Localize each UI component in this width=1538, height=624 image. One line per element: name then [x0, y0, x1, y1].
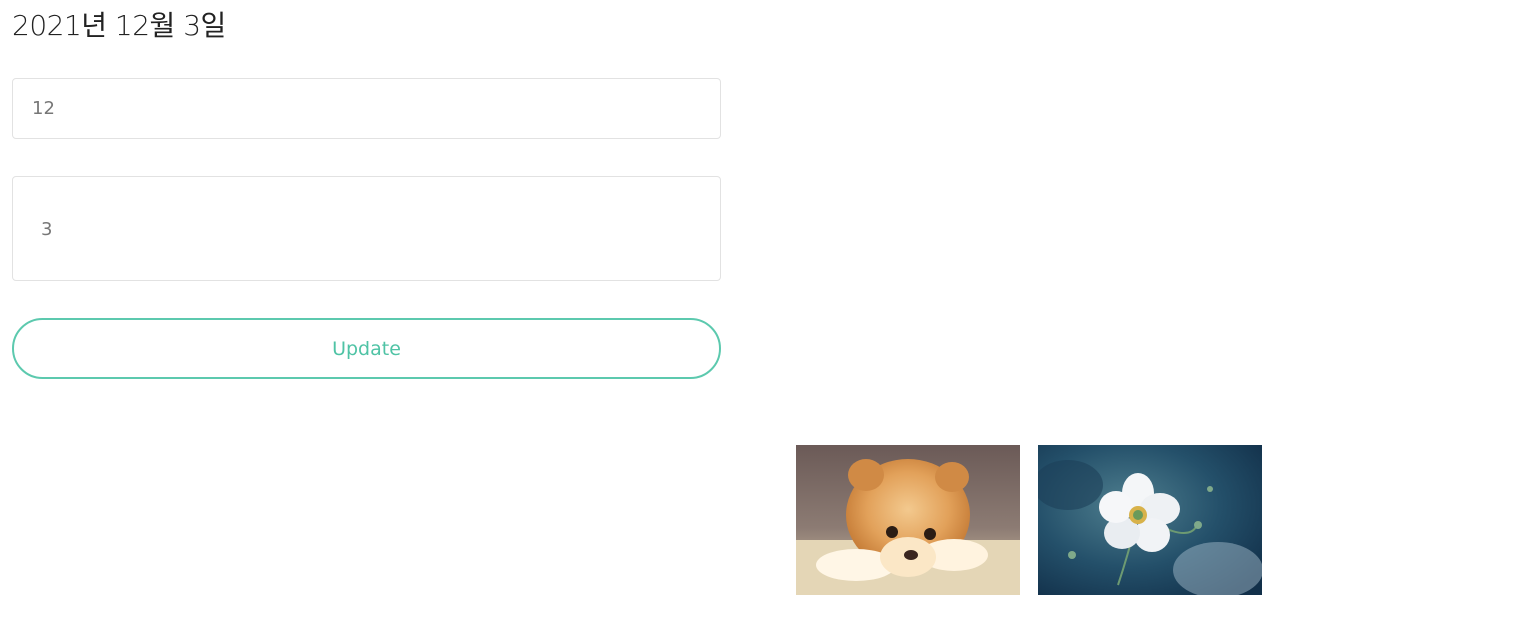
puppy-photo [796, 445, 1020, 595]
date-title: 2021년 12월 3일 [12, 9, 226, 42]
month-input[interactable] [12, 78, 721, 139]
page: 2021년 12월 3일 3 Update [0, 0, 1538, 624]
day-textarea[interactable]: 3 [12, 176, 721, 281]
update-button[interactable]: Update [12, 318, 721, 379]
white-flower-photo [1038, 445, 1262, 595]
